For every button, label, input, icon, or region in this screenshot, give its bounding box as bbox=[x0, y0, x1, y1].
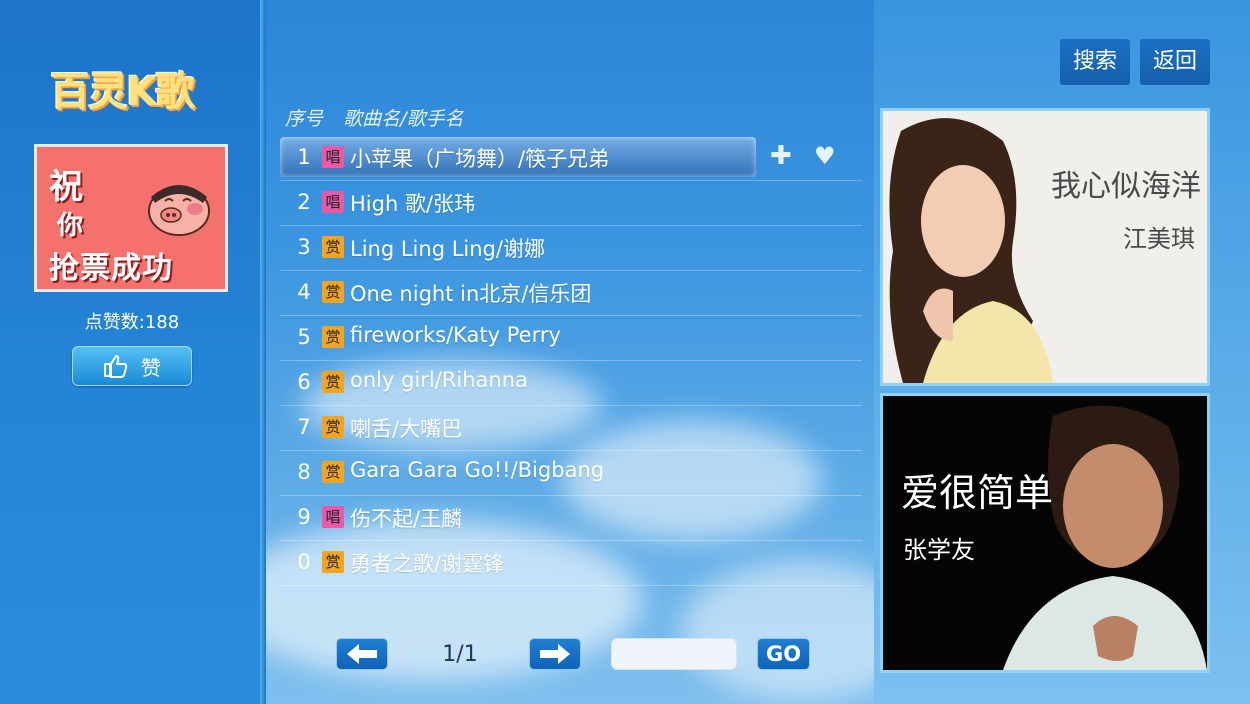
song-title: High 歌/张玮 bbox=[350, 192, 476, 216]
back-button[interactable]: 返回 bbox=[1140, 39, 1210, 85]
card-artist: 张学友 bbox=[903, 536, 975, 564]
song-row[interactable]: 9 唱 伤不起/王麟 bbox=[280, 497, 862, 541]
song-row[interactable]: 6 赏 only girl/Rihanna bbox=[280, 362, 862, 406]
card-artist: 江美琪 bbox=[1123, 225, 1195, 253]
prev-page-button[interactable] bbox=[336, 638, 388, 670]
banner-line-3: 抢票成功 bbox=[49, 251, 173, 286]
sing-badge: 唱 bbox=[322, 191, 344, 213]
row-number: 1 bbox=[297, 145, 311, 169]
song-title: 小苹果（广场舞）/筷子兄弟 bbox=[350, 147, 610, 171]
song-row[interactable]: 2 唱 High 歌/张玮 bbox=[280, 182, 862, 226]
appreciate-badge: 赏 bbox=[322, 461, 344, 483]
song-title: Gara Gara Go!!/Bigbang bbox=[350, 458, 605, 482]
sidebar-divider bbox=[260, 0, 266, 704]
card-song-title: 爱很简单 bbox=[901, 471, 1054, 515]
song-row[interactable]: 5 赏 fireworks/Katy Perry bbox=[280, 317, 862, 361]
row-number: 3 bbox=[297, 235, 311, 259]
song-title: 勇者之歌/谢霆锋 bbox=[350, 552, 505, 576]
appreciate-badge: 赏 bbox=[322, 371, 344, 393]
arrow-right-icon bbox=[540, 644, 570, 664]
recommend-card[interactable]: 我心似海洋 江美琪 bbox=[880, 108, 1210, 386]
song-title: Ling Ling Ling/谢娜 bbox=[350, 237, 545, 261]
row-number: 6 bbox=[297, 370, 311, 394]
page-indicator: 1/1 bbox=[442, 642, 478, 667]
row-number: 4 bbox=[297, 280, 311, 304]
row-number: 5 bbox=[297, 325, 311, 349]
song-row[interactable]: 0 赏 勇者之歌/谢霆锋 bbox=[280, 542, 862, 586]
appreciate-badge: 赏 bbox=[322, 416, 344, 438]
row-number: 0 bbox=[297, 550, 311, 574]
song-title: fireworks/Katy Perry bbox=[350, 323, 561, 347]
promo-banner[interactable]: 祝 你 抢票成功 bbox=[34, 144, 228, 292]
song-row[interactable]: 4 赏 One night in北京/信乐团 bbox=[280, 272, 862, 316]
banner-line-1: 祝 bbox=[49, 167, 83, 207]
thumbs-up-icon bbox=[104, 355, 128, 378]
likes-count: 点赞数:188 bbox=[84, 312, 180, 333]
header-title: 歌曲名/歌手名 bbox=[343, 108, 464, 130]
like-button[interactable]: 赞 bbox=[72, 346, 192, 386]
song-title: 喇舌/大嘴巴 bbox=[350, 417, 463, 441]
like-button-label: 赞 bbox=[141, 355, 161, 380]
row-number: 8 bbox=[297, 460, 311, 484]
row-number: 9 bbox=[297, 505, 311, 529]
list-header: 序号 歌曲名/歌手名 bbox=[285, 104, 477, 131]
arrow-left-icon bbox=[347, 644, 377, 664]
song-row[interactable]: 1 唱 小苹果（广场舞）/筷子兄弟 ✚ ♥ bbox=[280, 137, 862, 181]
song-row[interactable]: 7 赏 喇舌/大嘴巴 bbox=[280, 407, 862, 451]
song-row[interactable]: 3 赏 Ling Ling Ling/谢娜 bbox=[280, 227, 862, 271]
row-number: 7 bbox=[297, 415, 311, 439]
search-button[interactable]: 搜索 bbox=[1060, 39, 1130, 85]
song-row[interactable]: 8 赏 Gara Gara Go!!/Bigbang bbox=[280, 452, 862, 496]
appreciate-badge: 赏 bbox=[322, 551, 344, 573]
recommend-card[interactable]: 爱很简单 张学友 bbox=[880, 393, 1210, 673]
row-number: 2 bbox=[297, 190, 311, 214]
song-title: 伤不起/王麟 bbox=[350, 507, 463, 531]
page-number-input[interactable] bbox=[611, 638, 737, 670]
app-logo: 百灵K歌 bbox=[50, 69, 195, 115]
appreciate-badge: 赏 bbox=[322, 236, 344, 258]
heart-icon[interactable]: ♥ bbox=[814, 142, 836, 170]
pig-illustration bbox=[148, 185, 210, 236]
banner-line-2: 你 bbox=[57, 211, 84, 241]
card-song-title: 我心似海洋 bbox=[1051, 169, 1201, 204]
song-title: only girl/Rihanna bbox=[350, 368, 528, 392]
appreciate-badge: 赏 bbox=[322, 281, 344, 303]
plus-icon[interactable]: ✚ bbox=[770, 141, 792, 171]
sing-badge: 唱 bbox=[322, 146, 344, 168]
header-index: 序号 bbox=[285, 108, 324, 130]
sing-badge: 唱 bbox=[322, 506, 344, 528]
go-button[interactable]: GO bbox=[757, 638, 810, 670]
appreciate-badge: 赏 bbox=[322, 326, 344, 348]
next-page-button[interactable] bbox=[529, 638, 581, 670]
song-title: One night in北京/信乐团 bbox=[350, 282, 592, 306]
